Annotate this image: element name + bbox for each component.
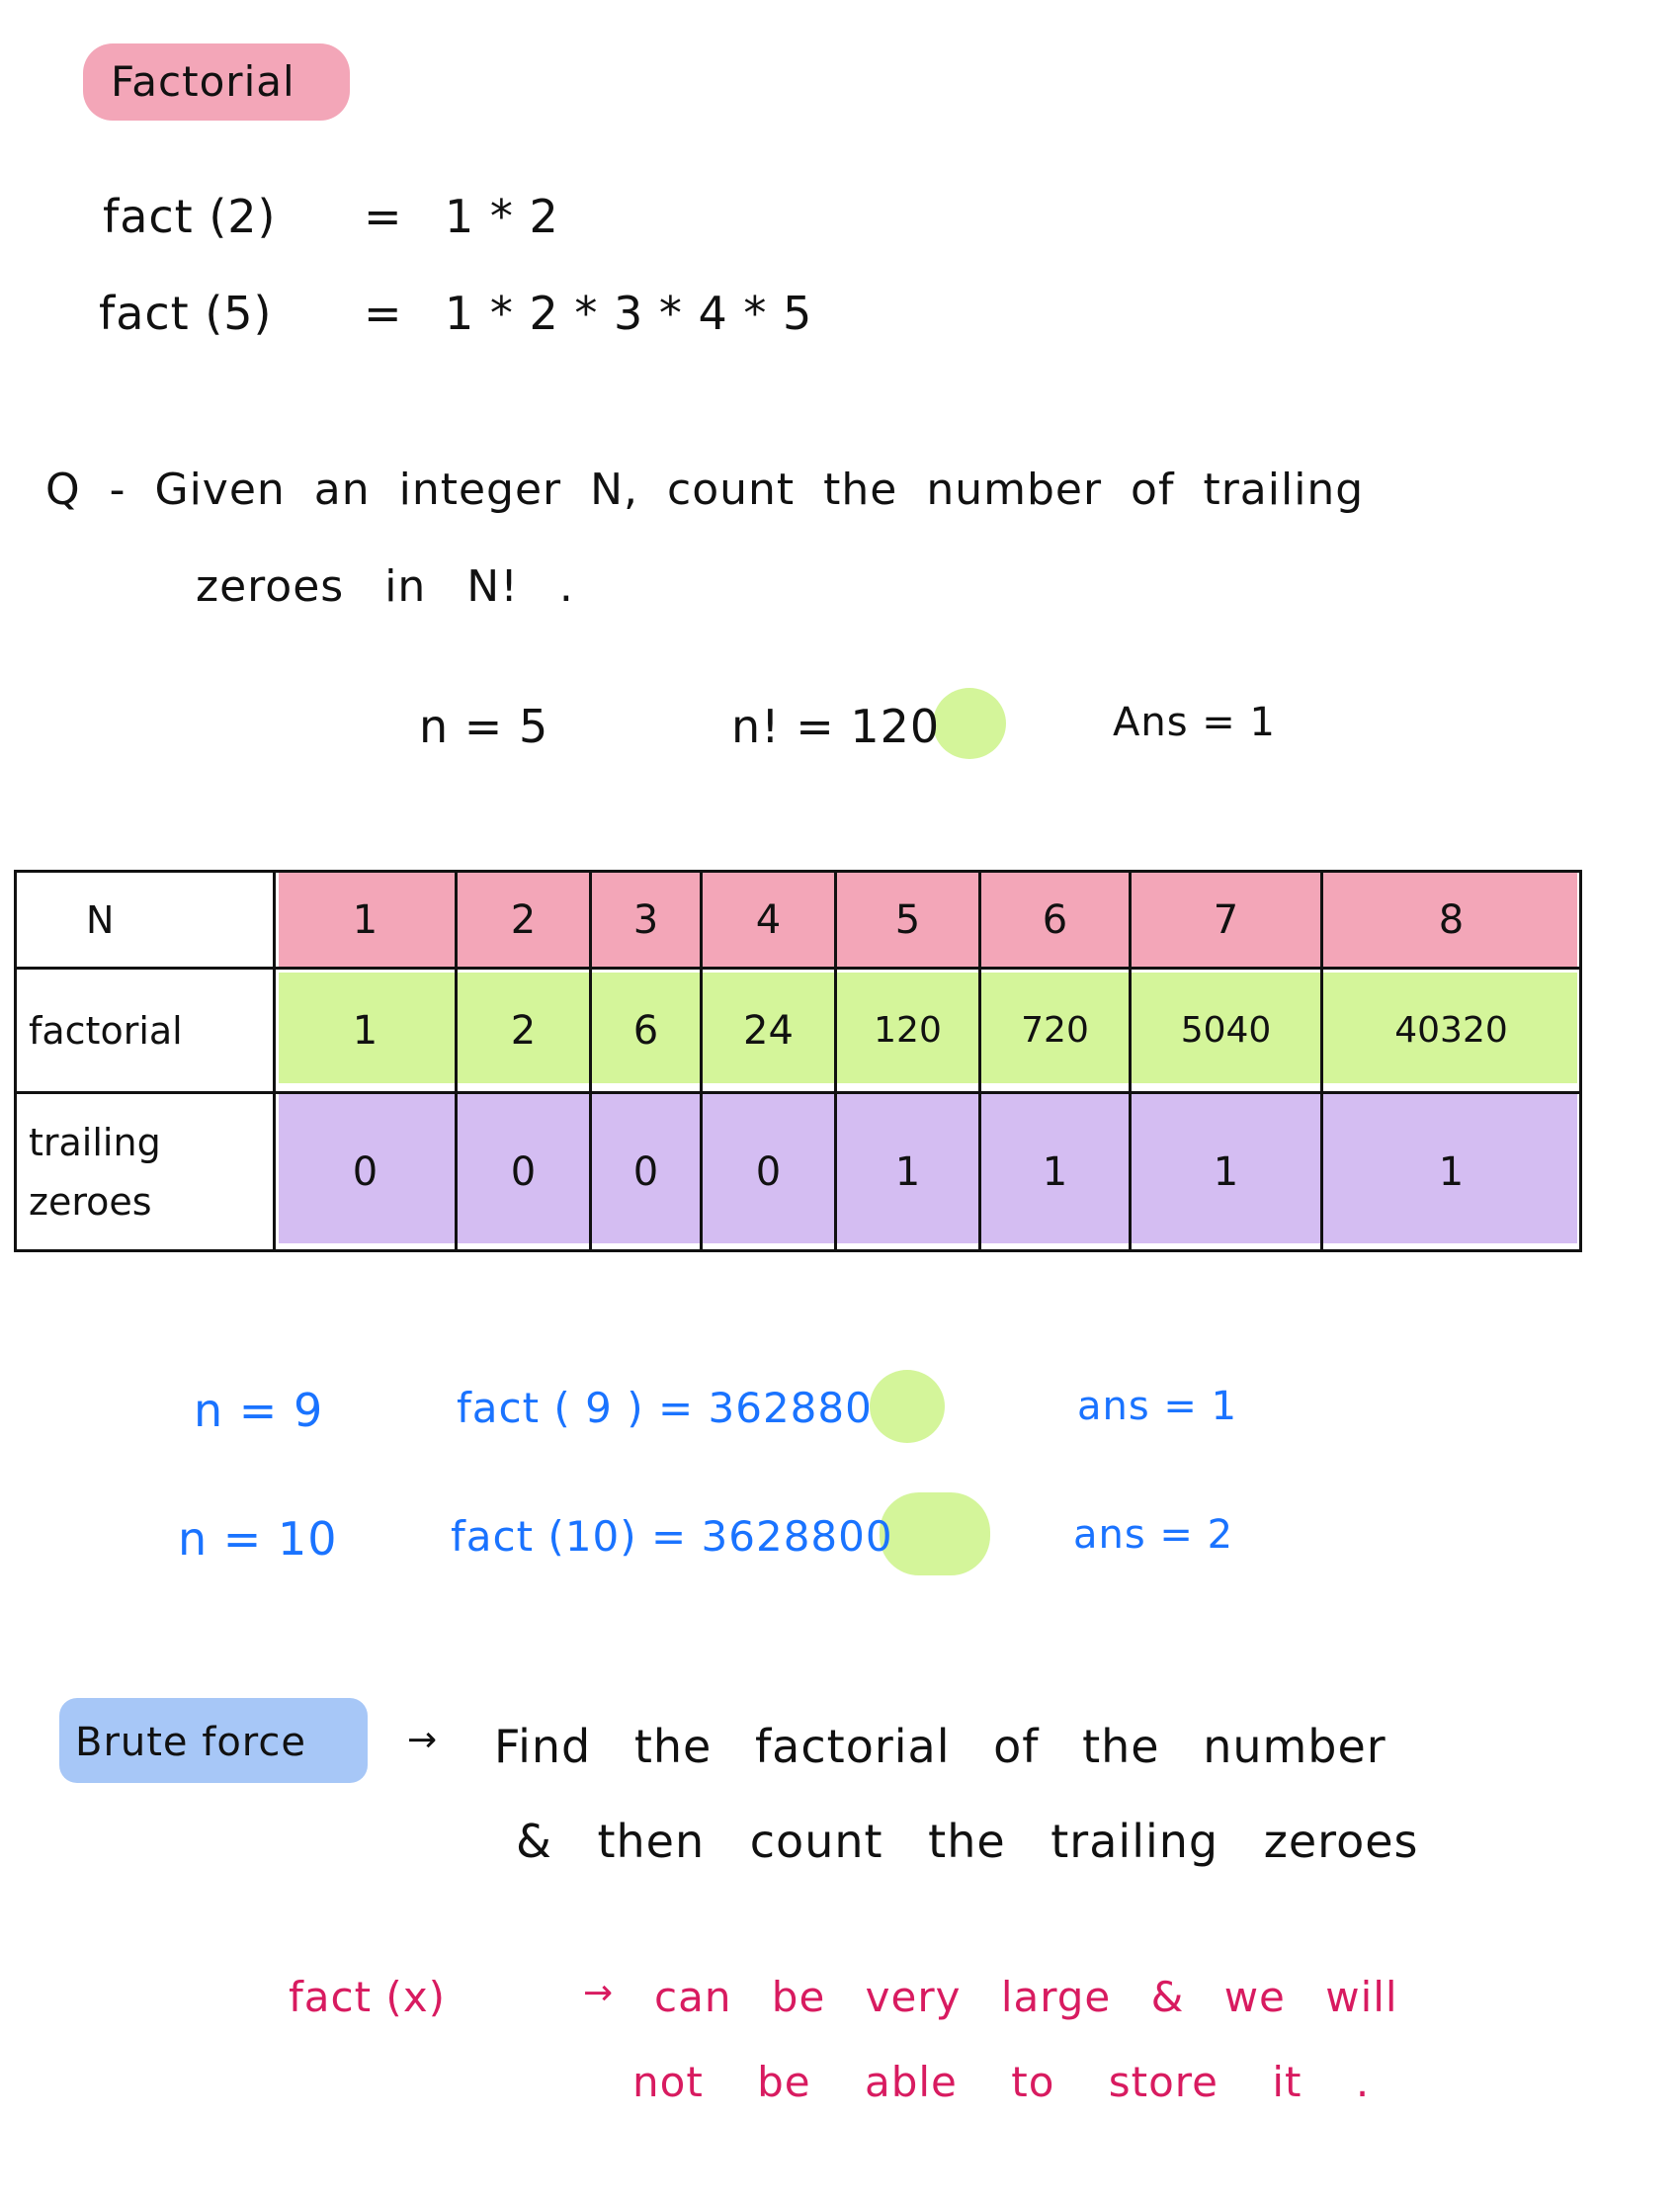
factorial-table: N 1 2 3 4 5 6 7 8 factorial 1 2 6 24 120… bbox=[14, 870, 1582, 1252]
cell-trailing: 1 bbox=[834, 1091, 981, 1252]
case10-fact: fact (10) = 3628800 bbox=[451, 1512, 893, 1561]
question-line-1: Q - Given an integer N, count the number… bbox=[45, 465, 1365, 515]
cell-n: 7 bbox=[1129, 870, 1323, 970]
cell-n: 6 bbox=[978, 870, 1132, 970]
case10-ans: ans = 2 bbox=[1073, 1512, 1234, 1558]
cell-trailing: 1 bbox=[1320, 1091, 1582, 1252]
case10-zeros-highlight bbox=[880, 1492, 990, 1575]
case5-ans: Ans = 1 bbox=[1113, 700, 1276, 745]
case9-n: n = 9 bbox=[194, 1384, 324, 1437]
cell-n: 4 bbox=[700, 870, 837, 970]
brute-line-2: & then count the trailing zeroes bbox=[516, 1815, 1419, 1868]
cell-n: 3 bbox=[589, 870, 703, 970]
cell-factorial: 2 bbox=[455, 967, 592, 1094]
cell-trailing: 0 bbox=[700, 1091, 837, 1252]
cell-factorial: 1 bbox=[273, 967, 458, 1094]
note-line-1: can be very large & we will bbox=[654, 1973, 1398, 2021]
table-row-factorial: factorial 1 2 6 24 120 720 5040 40320 bbox=[14, 967, 1582, 1094]
cell-factorial: 720 bbox=[978, 967, 1132, 1094]
case9-zero-highlight bbox=[870, 1370, 945, 1443]
example-fact2-rhs: 1 * 2 bbox=[445, 190, 559, 243]
cell-factorial: 24 bbox=[700, 967, 837, 1094]
note-lhs: fact (x) bbox=[289, 1973, 447, 2021]
row-label-n: N bbox=[14, 870, 276, 970]
cell-n: 5 bbox=[834, 870, 981, 970]
page-title: Factorial bbox=[111, 57, 295, 106]
cell-n: 1 bbox=[273, 870, 458, 970]
case5-n: n = 5 bbox=[419, 700, 549, 753]
cell-factorial: 120 bbox=[834, 967, 981, 1094]
example-fact5-lhs: fact (5) bbox=[99, 287, 273, 340]
case5-fact: n! = 120 bbox=[731, 700, 941, 753]
table-row-trailing: trailing zeroes 0 0 0 0 1 1 1 1 bbox=[14, 1091, 1582, 1252]
case9-fact: fact ( 9 ) = 362880 bbox=[457, 1384, 873, 1432]
table-row-n: N 1 2 3 4 5 6 7 8 bbox=[14, 870, 1582, 970]
cell-trailing: 1 bbox=[978, 1091, 1132, 1252]
note-line-2: not be able to store it . bbox=[632, 2058, 1371, 2106]
cell-trailing: 1 bbox=[1129, 1091, 1323, 1252]
table-grid: N 1 2 3 4 5 6 7 8 factorial 1 2 6 24 120… bbox=[14, 870, 1582, 1252]
case10-n: n = 10 bbox=[178, 1512, 338, 1566]
cell-trailing: 0 bbox=[455, 1091, 592, 1252]
cell-trailing: 0 bbox=[589, 1091, 703, 1252]
example-fact5-eq: = bbox=[364, 287, 403, 340]
cell-n: 2 bbox=[455, 870, 592, 970]
brute-arrow-icon: → bbox=[407, 1720, 439, 1760]
row-label-factorial: factorial bbox=[14, 967, 276, 1094]
question-line-2: zeroes in N! . bbox=[196, 561, 574, 612]
case5-zero-highlight bbox=[933, 688, 1006, 759]
cell-factorial: 6 bbox=[589, 967, 703, 1094]
brute-line-1: Find the factorial of the number bbox=[494, 1720, 1386, 1773]
cell-trailing: 0 bbox=[273, 1091, 458, 1252]
case9-ans: ans = 1 bbox=[1077, 1384, 1238, 1429]
cell-n: 8 bbox=[1320, 870, 1582, 970]
brute-force-label: Brute force bbox=[75, 1720, 306, 1765]
cell-factorial: 40320 bbox=[1320, 967, 1582, 1094]
example-fact5-rhs: 1 * 2 * 3 * 4 * 5 bbox=[445, 287, 813, 340]
example-fact2-lhs: fact (2) bbox=[103, 190, 277, 243]
example-fact2-eq: = bbox=[364, 190, 403, 243]
row-label-trailing-zeroes: trailing zeroes bbox=[14, 1091, 276, 1252]
note-arrow-icon: → bbox=[583, 1973, 615, 2013]
cell-factorial: 5040 bbox=[1129, 967, 1323, 1094]
